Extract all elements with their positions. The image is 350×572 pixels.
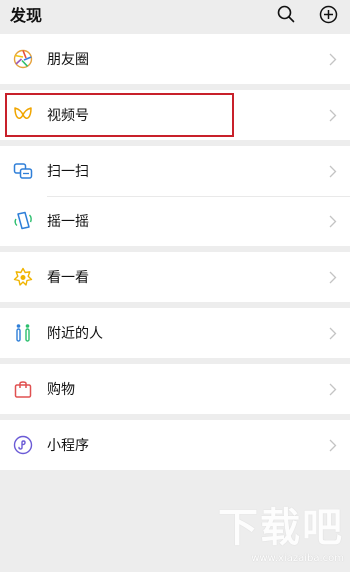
chevron-right-icon bbox=[324, 434, 342, 456]
chevron-right-icon bbox=[324, 160, 342, 182]
scan-icon bbox=[12, 160, 34, 182]
watermark: 下载吧 www.xiazaiba.com bbox=[218, 495, 344, 564]
menu-item-moments[interactable]: 朋友圈 bbox=[0, 34, 350, 84]
menu-item-mini-programs[interactable]: 小程序 bbox=[0, 420, 350, 470]
menu-item-label: 附近的人 bbox=[47, 326, 103, 342]
menu-item-nearby[interactable]: 附近的人 bbox=[0, 308, 350, 358]
menu-item-label: 扫一扫 bbox=[47, 164, 89, 180]
channels-butterfly-icon bbox=[12, 104, 34, 126]
add-button[interactable] bbox=[316, 2, 340, 26]
group-scan-shake: 扫一扫 摇一摇 bbox=[0, 146, 350, 246]
chevron-right-icon bbox=[324, 322, 342, 344]
group-nearby: 附近的人 bbox=[0, 308, 350, 358]
menu-item-channels[interactable]: 视频号 bbox=[0, 90, 350, 140]
group-channels: 视频号 bbox=[0, 90, 350, 140]
group-shopping: 购物 bbox=[0, 364, 350, 414]
menu-item-label: 看一看 bbox=[47, 270, 89, 286]
chevron-right-icon bbox=[324, 104, 342, 126]
nearby-people-icon bbox=[12, 322, 34, 344]
chevron-right-icon bbox=[324, 48, 342, 70]
moments-aperture-icon bbox=[12, 48, 34, 70]
top-bar: 发现 bbox=[0, 0, 350, 28]
menu-item-scan[interactable]: 扫一扫 bbox=[0, 146, 350, 196]
chevron-right-icon bbox=[324, 378, 342, 400]
menu-item-shake[interactable]: 摇一摇 bbox=[0, 196, 350, 246]
menu-item-shopping[interactable]: 购物 bbox=[0, 364, 350, 414]
watermark-logo: 下载吧 bbox=[218, 505, 344, 551]
plus-circle-icon bbox=[319, 5, 337, 23]
group-mini-programs: 小程序 bbox=[0, 420, 350, 470]
chevron-right-icon bbox=[324, 210, 342, 232]
menu-item-label: 购物 bbox=[47, 382, 75, 398]
shake-phone-icon bbox=[12, 210, 34, 232]
menu-item-label: 朋友圈 bbox=[47, 52, 89, 68]
page-title: 发现 bbox=[10, 6, 43, 25]
menu-item-label: 小程序 bbox=[47, 438, 89, 454]
top-stories-star-icon bbox=[12, 266, 34, 288]
mini-program-icon bbox=[12, 434, 34, 456]
group-moments: 朋友圈 bbox=[0, 34, 350, 84]
shopping-bag-icon bbox=[12, 378, 34, 400]
menu-item-label: 视频号 bbox=[47, 108, 89, 124]
watermark-url: www.xiazaiba.com bbox=[251, 553, 344, 564]
menu-item-label: 摇一摇 bbox=[47, 214, 89, 230]
menu-item-top-stories[interactable]: 看一看 bbox=[0, 252, 350, 302]
search-button[interactable] bbox=[274, 2, 298, 26]
chevron-right-icon bbox=[324, 266, 342, 288]
group-top-stories: 看一看 bbox=[0, 252, 350, 302]
search-icon bbox=[277, 5, 295, 23]
